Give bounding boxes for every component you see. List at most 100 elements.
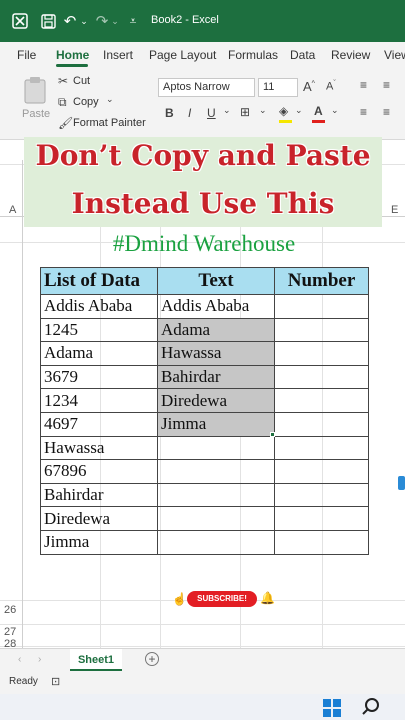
table-cell[interactable]	[157, 459, 275, 484]
sheet-tab-sheet1[interactable]: Sheet1	[70, 649, 122, 671]
accessibility-icon[interactable]: ⊡	[51, 675, 60, 688]
tab-home[interactable]: Home	[56, 48, 89, 62]
table-cell[interactable]	[157, 529, 275, 555]
table-cell[interactable]: Diredewa	[40, 506, 158, 531]
window-title: Book2 - Excel	[151, 14, 219, 26]
table-cell-selected[interactable]: Bahirdar	[157, 364, 275, 390]
font-color-icon[interactable]: A	[314, 104, 323, 118]
tab-formulas[interactable]: Formulas	[228, 48, 278, 62]
increase-font-icon[interactable]: A^	[303, 79, 315, 94]
table-cell[interactable]	[157, 506, 275, 531]
prev-sheet-icon[interactable]: ‹	[18, 654, 21, 665]
table-cell[interactable]	[274, 459, 369, 484]
font-color-dropdown-icon[interactable]: ⌄	[331, 105, 339, 116]
decrease-font-icon[interactable]: Aˇ	[326, 80, 336, 93]
fill-color-icon[interactable]: ◈	[279, 104, 288, 118]
table-cell[interactable]: Hawassa	[40, 435, 158, 461]
header-number[interactable]: Number	[274, 267, 369, 295]
table-cell[interactable]: Addis Ababa	[40, 294, 158, 319]
table-cell[interactable]: Bahirdar	[40, 482, 158, 508]
table-cell-selected[interactable]: Diredewa	[157, 388, 275, 413]
borders-icon[interactable]: ⊞	[240, 105, 250, 119]
table-cell[interactable]	[274, 364, 369, 390]
table-cell-selected[interactable]: Adama	[157, 317, 275, 343]
table-cell[interactable]: Addis Ababa	[157, 294, 275, 319]
sheet-tabs-bar: ‹ › Sheet1 +	[0, 648, 405, 672]
paste-icon	[24, 76, 46, 107]
table-cell[interactable]: Adama	[40, 341, 158, 366]
tab-insert[interactable]: Insert	[103, 48, 133, 62]
data-table: List of Data Text Number Addis Ababa Add…	[40, 267, 369, 555]
copy-button[interactable]: Copy	[73, 96, 99, 108]
wrap-icon[interactable]: ≡	[383, 78, 390, 92]
windows-start-icon[interactable]	[323, 699, 341, 720]
align-top-icon[interactable]: ≡	[360, 78, 367, 92]
table-row: 4697 Jimma	[40, 411, 369, 437]
undo-icon[interactable]: ↶	[62, 11, 78, 31]
tab-page-layout[interactable]: Page Layout	[149, 48, 216, 62]
save-icon[interactable]	[38, 11, 58, 31]
table-cell[interactable]	[274, 317, 369, 343]
tab-file[interactable]: File	[17, 48, 36, 62]
excel-logo-icon	[10, 11, 30, 31]
table-cell[interactable]	[274, 435, 369, 461]
table-cell[interactable]	[274, 529, 369, 555]
table-cell-selected[interactable]: Hawassa	[157, 341, 275, 366]
table-cell[interactable]	[274, 482, 369, 508]
borders-dropdown-icon[interactable]: ⌄	[259, 105, 267, 116]
table-cell[interactable]	[157, 482, 275, 508]
column-header-e[interactable]: E	[391, 204, 398, 216]
subscribe-button[interactable]: SUBSCRIBE!	[187, 591, 257, 607]
add-sheet-icon[interactable]: +	[145, 652, 159, 666]
font-size-value: 11	[263, 81, 275, 93]
table-cell[interactable]: 1245	[40, 317, 158, 343]
table-row: Adama Hawassa	[40, 341, 369, 366]
table-row: Hawassa	[40, 435, 369, 461]
fill-handle[interactable]	[270, 432, 275, 437]
table-cell[interactable]: 4697	[40, 411, 158, 437]
table-cell[interactable]	[274, 294, 369, 319]
font-size-select[interactable]: 11	[258, 78, 298, 97]
table-cell[interactable]	[157, 435, 275, 461]
ribbon-tabs: File Home Insert Page Layout Formulas Da…	[0, 42, 405, 68]
bold-button[interactable]: B	[165, 106, 174, 120]
row-header-26[interactable]: 26	[4, 604, 16, 616]
align-left-icon[interactable]: ≡	[360, 105, 367, 119]
header-list-of-data[interactable]: List of Data	[40, 267, 158, 295]
format-painter-button[interactable]: Format Painter	[73, 117, 146, 129]
ribbon-home: Paste ✂ Cut ⧉ Copy ⌄ 🖌 Format Painter Ap…	[0, 68, 405, 140]
underline-dropdown-icon[interactable]: ⌄	[223, 105, 231, 116]
table-cell[interactable]: 3679	[40, 364, 158, 390]
underline-button[interactable]: U	[207, 106, 216, 120]
search-icon[interactable]	[362, 698, 380, 719]
table-cell-selected[interactable]: Jimma	[157, 411, 275, 437]
table-cell[interactable]	[274, 341, 369, 366]
header-text[interactable]: Text	[157, 267, 275, 295]
align-center-icon[interactable]: ≡	[383, 105, 390, 119]
row-header-27[interactable]: 27	[4, 626, 16, 638]
tab-data[interactable]: Data	[290, 48, 315, 62]
cut-button[interactable]: Cut	[73, 75, 90, 87]
table-cell[interactable]: Jimma	[40, 529, 158, 555]
column-header-a[interactable]: A	[9, 204, 16, 216]
table-cell[interactable]: 1234	[40, 388, 158, 413]
font-name-select[interactable]: Aptos Narrow	[158, 78, 255, 97]
next-sheet-icon[interactable]: ›	[38, 654, 41, 665]
italic-button[interactable]: I	[188, 106, 191, 120]
table-cell[interactable]	[274, 388, 369, 413]
table-row: 67896	[40, 459, 369, 484]
table-cell[interactable]: 67896	[40, 459, 158, 484]
table-cell[interactable]	[274, 506, 369, 531]
customize-qat-icon[interactable]: ⩡	[126, 11, 140, 31]
bell-icon[interactable]: 🔔	[260, 591, 275, 605]
redo-dropdown-icon[interactable]: ⌄	[110, 11, 120, 31]
undo-dropdown-icon[interactable]: ⌄	[79, 11, 89, 31]
tab-view[interactable]: View	[384, 48, 405, 62]
fill-color-dropdown-icon[interactable]: ⌄	[295, 105, 303, 116]
paste-button[interactable]: Paste	[20, 74, 50, 128]
scroll-indicator[interactable]	[398, 476, 405, 490]
table-cell[interactable]	[274, 411, 369, 437]
tab-review[interactable]: Review	[331, 48, 370, 62]
copy-dropdown-icon[interactable]: ⌄	[106, 94, 114, 105]
redo-icon[interactable]: ↷	[94, 11, 110, 31]
